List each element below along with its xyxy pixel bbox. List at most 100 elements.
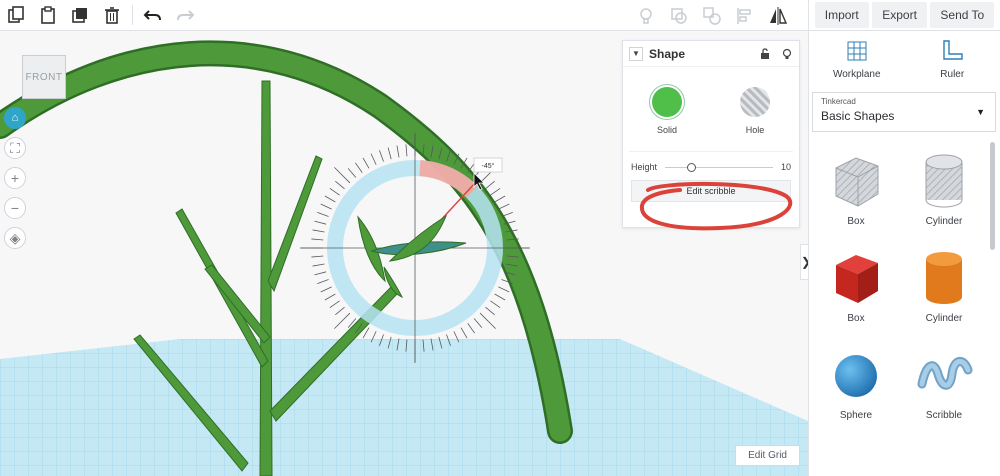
toolbar-divider	[132, 5, 133, 25]
height-value: 10	[780, 162, 791, 172]
gizmo-tick	[467, 323, 475, 334]
shape-library-select[interactable]: Tinkercad Basic Shapes ▼	[812, 92, 996, 132]
workplane-grid	[0, 339, 808, 476]
undo-icon[interactable]	[137, 0, 169, 31]
ruler-tool[interactable]: Ruler	[917, 39, 987, 87]
shape-label: Cylinder	[925, 216, 963, 227]
cylinder-icon	[926, 252, 962, 304]
collapse-caret-icon[interactable]: ▼	[629, 46, 643, 61]
gizmo-tick	[334, 312, 351, 329]
shape-label: Cylinder	[925, 313, 963, 324]
copy-icon[interactable]	[0, 0, 32, 31]
trash-icon[interactable]	[96, 0, 128, 31]
solid-option[interactable]: Solid	[652, 87, 682, 135]
shape-sphere[interactable]: Sphere	[812, 336, 900, 425]
shape-box-hole[interactable]: Box	[812, 142, 900, 231]
toolbar-right-group	[629, 0, 794, 31]
gizmo-tick	[347, 168, 357, 178]
gizmo-tick	[312, 229, 325, 233]
mirror-icon[interactable]	[761, 0, 794, 31]
shape-label: Box	[847, 216, 865, 227]
box-hole-icon	[835, 157, 879, 207]
gizmo-tick	[479, 312, 496, 329]
height-slider[interactable]	[665, 162, 773, 172]
paste-icon[interactable]	[32, 0, 64, 31]
solid-color-swatch[interactable]	[652, 87, 682, 117]
shape-label: Box	[847, 313, 865, 324]
gizmo-tick	[320, 286, 332, 293]
workplane-tool[interactable]: Workplane	[822, 39, 892, 87]
duplicate-icon[interactable]	[64, 0, 96, 31]
ortho-view-icon[interactable]: ◈	[4, 227, 26, 249]
hole-label: Hole	[745, 125, 765, 135]
height-label: Height	[631, 162, 658, 172]
workplane-icon	[847, 41, 867, 61]
gizmo-tick	[494, 195, 506, 203]
home-view-icon[interactable]: ⌂	[4, 107, 26, 129]
inspector-header: ▼ Shape	[623, 41, 799, 67]
view-controls: ⌂ ⛶ + − ◈	[4, 107, 26, 249]
align-icon[interactable]	[728, 0, 761, 31]
gizmo-tick	[379, 150, 384, 162]
gizmo-tick	[460, 327, 468, 339]
material-options: Solid Hole	[623, 87, 799, 135]
panel-scrollbar[interactable]	[990, 142, 995, 250]
export-button[interactable]: Export	[872, 2, 927, 28]
shape-cylinder[interactable]: Cylinder	[900, 239, 988, 328]
solid-label: Solid	[656, 125, 677, 135]
hole-option[interactable]: Hole	[740, 87, 770, 135]
sphere-icon	[835, 355, 877, 397]
rotation-angle-label: -45°	[482, 162, 495, 170]
ungroup-icon[interactable]	[695, 0, 728, 31]
gizmo-tick	[329, 188, 340, 196]
edit-grid-button[interactable]: Edit Grid	[735, 445, 800, 466]
gizmo-tick	[355, 162, 363, 173]
redo-icon[interactable]	[169, 0, 201, 31]
gizmo-tick	[335, 180, 345, 190]
shape-inspector: ▼ Shape Solid Hole Height 10 Edit scribb…	[622, 40, 800, 228]
gizmo-tick	[314, 271, 327, 276]
action-bar: Import Export Send To	[808, 0, 1000, 31]
gizmo-tick	[370, 153, 377, 165]
main-toolbar	[0, 0, 808, 31]
library-provider: Tinkercad	[821, 97, 856, 106]
hole-swatch[interactable]	[740, 87, 770, 117]
gizmo-tick	[494, 293, 506, 301]
gizmo-tick	[312, 263, 325, 267]
gizmo-tick	[320, 203, 332, 210]
gizmo-tick	[498, 203, 510, 210]
gizmo-tick	[335, 306, 345, 316]
gizmo-tick	[314, 220, 327, 225]
edit-scribble-button[interactable]: Edit scribble	[631, 180, 791, 202]
shape-cylinder-hole[interactable]: Cylinder	[900, 142, 988, 231]
fit-view-icon[interactable]: ⛶	[4, 137, 26, 159]
gizmo-tick	[334, 167, 351, 184]
gizmo-tick	[324, 195, 336, 203]
height-slider-knob[interactable]	[686, 162, 696, 172]
height-row: Height 10	[631, 162, 791, 172]
gizmo-tick	[317, 212, 329, 217]
import-button[interactable]: Import	[814, 2, 869, 28]
ruler-icon	[943, 40, 963, 60]
gizmo-tick	[473, 318, 483, 328]
group-icon[interactable]	[662, 0, 695, 31]
inspector-divider	[629, 151, 793, 152]
tools-row: Workplane Ruler	[809, 31, 1000, 87]
gizmo-tick	[490, 188, 501, 196]
zoom-in-icon[interactable]: +	[4, 167, 26, 189]
lock-icon[interactable]	[759, 47, 771, 60]
bulb-icon[interactable]	[781, 48, 793, 60]
view-cube[interactable]: FRONT	[22, 55, 66, 99]
send-to-button[interactable]: Send To	[930, 2, 995, 28]
gizmo-tick	[485, 306, 495, 316]
zoom-out-icon[interactable]: −	[4, 197, 26, 219]
scribble-object	[357, 214, 467, 298]
gizmo-tick	[324, 293, 336, 301]
light-icon[interactable]	[629, 0, 662, 31]
shape-box[interactable]: Box	[812, 239, 900, 328]
cylinder-hole-icon	[925, 154, 963, 208]
gizmo-tick	[396, 145, 400, 158]
shape-scribble[interactable]: Scribble	[900, 336, 988, 425]
shape-grid: Box Cylinder Box Cylinder Sphere Scribbl…	[812, 142, 988, 425]
gizmo-tick	[485, 180, 495, 190]
